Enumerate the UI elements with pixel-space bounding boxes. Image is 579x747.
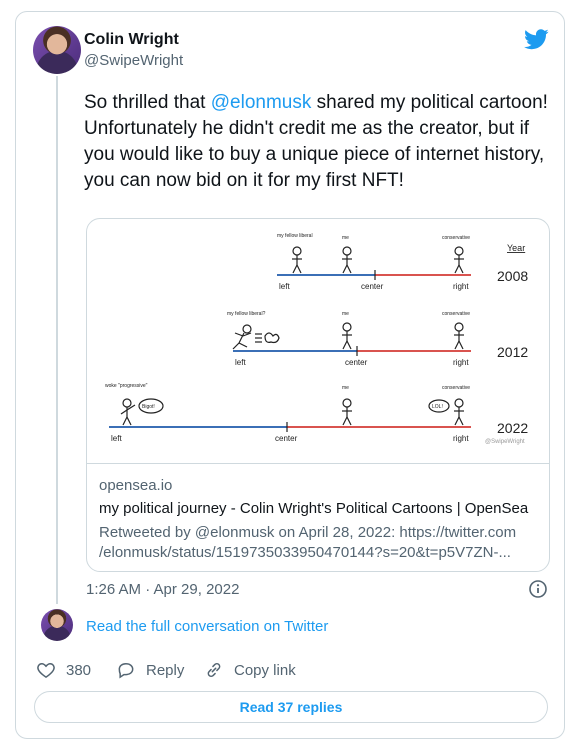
bubble-lol: LOL! — [432, 404, 443, 410]
axis-center-label: center — [361, 282, 384, 291]
axis-right-label: right — [453, 358, 469, 367]
tweet-text: So thrilled that @elonmusk shared my pol… — [84, 92, 548, 191]
axis-left-label: left — [279, 282, 290, 291]
row-2012: my fellow liberal? me conservative left … — [227, 311, 528, 367]
label-me: me — [342, 235, 349, 241]
reply-avatar[interactable] — [41, 609, 73, 641]
year-header: Year — [507, 243, 525, 253]
card-title[interactable]: my political journey - Colin Wright's Po… — [99, 500, 528, 517]
author-avatar[interactable] — [33, 26, 81, 74]
axis-right-label: right — [453, 282, 469, 291]
reply-button[interactable]: Reply — [116, 660, 184, 680]
thread-line — [56, 76, 58, 604]
stick-figure-running-liberal — [232, 324, 280, 350]
stick-figure-conservative — [428, 398, 464, 426]
stick-figure-me — [342, 246, 352, 274]
stick-figure-me — [342, 398, 352, 426]
author-name[interactable]: Colin Wright — [84, 31, 179, 49]
label-me: me — [342, 385, 349, 391]
copy-link-label: Copy link — [234, 661, 296, 679]
stick-figure-conservative — [454, 246, 464, 274]
label-liberal: my fellow liberal — [277, 233, 313, 239]
link-preview-card[interactable]: .t { font-family: "Liberation Sans", san… — [86, 218, 550, 572]
year-label: 2012 — [497, 344, 528, 360]
like-button[interactable]: 380 — [36, 660, 91, 680]
axis-center-label: center — [345, 358, 368, 367]
heart-icon — [37, 662, 55, 678]
label-conservative: conservative — [442, 385, 470, 391]
info-icon[interactable] — [528, 579, 548, 599]
stick-figure-me — [342, 322, 352, 350]
axis-left-label: left — [111, 434, 122, 443]
label-liberal: my fellow liberal? — [227, 311, 266, 317]
card-domain: opensea.io — [99, 477, 173, 494]
year-label: 2022 — [497, 420, 528, 436]
row-2022: Bigot! LOL! woke "progressive" me conser… — [105, 383, 528, 445]
author-handle[interactable]: @SwipeWright — [84, 52, 183, 69]
card-description: Retweeted by @elonmusk on April 28, 2022… — [99, 524, 517, 561]
copy-link-button[interactable]: Copy link — [204, 660, 296, 680]
axis-center-label: center — [275, 434, 298, 443]
card-divider — [87, 463, 549, 464]
bubble-bigot: Bigot! — [142, 404, 155, 410]
stick-figure-conservative — [454, 322, 464, 350]
label-woke: woke "progressive" — [105, 383, 148, 389]
row-2008: my fellow liberal me conservative left c… — [277, 233, 528, 291]
year-label: 2008 — [497, 268, 528, 284]
read-full-conversation-link[interactable]: Read the full conversation on Twitter — [86, 618, 328, 635]
action-bar: 380 Reply Copy link — [36, 660, 536, 682]
link-icon — [207, 662, 221, 678]
axis-right-label: right — [453, 434, 469, 443]
twitter-bird-icon[interactable] — [524, 29, 549, 50]
stick-figure-woke — [120, 398, 164, 426]
watermark: @SwipeWright — [485, 439, 525, 445]
like-count: 380 — [66, 661, 92, 679]
cartoon-image: .t { font-family: "Liberation Sans", san… — [105, 233, 528, 445]
reply-icon — [118, 662, 134, 679]
tweet-card: Colin Wright @SwipeWright So thrilled th… — [15, 11, 565, 739]
label-conservative: conservative — [442, 311, 470, 317]
axis-left-label: left — [235, 358, 246, 367]
stick-figure-liberal — [292, 246, 302, 274]
mention-link[interactable]: @elonmusk — [211, 92, 312, 113]
label-me: me — [342, 311, 349, 317]
reply-label: Reply — [146, 661, 185, 679]
tweet-timestamp[interactable]: 1:26 AM · Apr 29, 2022 — [86, 581, 239, 598]
label-conservative: conservative — [442, 235, 470, 241]
read-replies-button[interactable]: Read 37 replies — [34, 691, 548, 723]
